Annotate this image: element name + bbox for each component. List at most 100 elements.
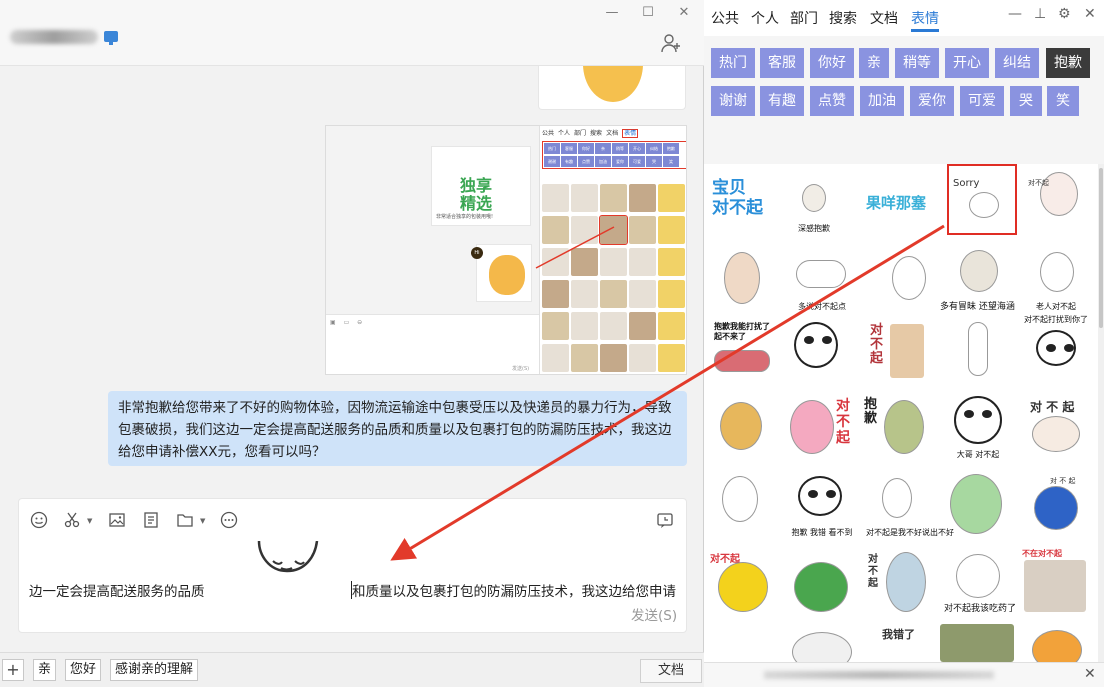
document-icon[interactable] bbox=[141, 511, 161, 531]
category-cheer[interactable]: 加油 bbox=[860, 86, 904, 116]
sticker-item[interactable]: 对 不 起 bbox=[784, 394, 852, 462]
more-icon[interactable] bbox=[219, 511, 239, 531]
chat-titlebar: — ☐ ✕ bbox=[0, 0, 704, 66]
sticker-item[interactable] bbox=[708, 246, 776, 314]
sticker-item[interactable]: 对不起 bbox=[708, 548, 776, 616]
category-love[interactable]: 爱你 bbox=[910, 86, 954, 116]
sticker-item[interactable] bbox=[788, 548, 856, 616]
tab-documents[interactable]: 文档 bbox=[870, 8, 898, 28]
quick-reply-chip[interactable]: 感谢亲的理解 bbox=[110, 659, 199, 681]
emoji-image bbox=[718, 562, 768, 612]
sticker-item[interactable] bbox=[708, 394, 776, 462]
maximize-button[interactable]: ☐ bbox=[638, 4, 658, 22]
sticker-item[interactable]: 对 不 起 bbox=[1022, 394, 1090, 462]
screenshot-sticker bbox=[658, 280, 685, 308]
category-wait[interactable]: 稍等 bbox=[895, 48, 939, 78]
dog-image bbox=[720, 402, 762, 450]
emoji-icon[interactable] bbox=[29, 511, 49, 531]
sticker-item[interactable]: 对不起我该吃药了 bbox=[944, 548, 1016, 616]
sticker-item[interactable]: 对不起是我不好说出不好 bbox=[866, 472, 954, 540]
sticker-item[interactable]: 宝贝 对不起 bbox=[708, 168, 776, 236]
sticker-item[interactable] bbox=[944, 316, 1012, 384]
sticker-caption: 对不起是我不好说出不好 bbox=[866, 528, 954, 537]
category-sorry[interactable]: 抱歉 bbox=[1046, 48, 1090, 78]
sticker-item[interactable]: 多有冒昧 还望海涵 bbox=[940, 246, 1015, 314]
history-icon[interactable] bbox=[655, 511, 675, 531]
tab-department[interactable]: 部门 bbox=[790, 8, 818, 28]
category-fun[interactable]: 有趣 bbox=[760, 86, 804, 116]
chevron-down-icon[interactable]: ▼ bbox=[87, 517, 92, 525]
screenshot-category: 点赞 bbox=[578, 155, 594, 167]
sticker-item[interactable]: 我错了 bbox=[876, 624, 944, 662]
quick-reply-bar: + 亲 您好 感谢亲的理解 文档 bbox=[0, 652, 704, 687]
quick-reply-chip[interactable]: 亲 bbox=[33, 659, 57, 681]
minimize-button[interactable]: — bbox=[602, 4, 622, 22]
scrollbar-thumb[interactable] bbox=[1099, 168, 1103, 328]
screenshot-category: 有趣 bbox=[561, 155, 577, 167]
sticker-item[interactable]: 抱 歉 bbox=[864, 394, 932, 462]
sticker-item[interactable]: 抱歉我能打扰了 起不来了 bbox=[708, 320, 776, 388]
sticker-item[interactable]: 对 不 起 bbox=[1022, 472, 1090, 540]
input-text-after-sticker: 和质量以及包裹打包的防漏防压技术，我这边给您申请 bbox=[352, 584, 676, 600]
active-tab-indicator bbox=[911, 29, 939, 32]
quick-reply-chip[interactable]: 您好 bbox=[65, 659, 102, 681]
sticker-scrollbar[interactable] bbox=[1098, 164, 1104, 662]
sticker-item[interactable] bbox=[942, 472, 1010, 540]
category-cute[interactable]: 可爱 bbox=[960, 86, 1004, 116]
sticker-item[interactable]: 老人对不起 bbox=[1022, 246, 1090, 314]
gear-icon[interactable]: ⚙ bbox=[1058, 6, 1071, 22]
screenshot-message[interactable]: 独享 精选 非常适合独享的包装用哦! Hi ▣ ▭ ⊖ 发送(S) 公共 个人 … bbox=[325, 125, 687, 375]
category-laugh[interactable]: 笑 bbox=[1047, 86, 1079, 116]
sticker-item[interactable]: 抱歉 我错 看不到 bbox=[788, 472, 856, 540]
category-dear[interactable]: 亲 bbox=[859, 48, 889, 78]
category-hello[interactable]: 你好 bbox=[810, 48, 854, 78]
sticker-item[interactable] bbox=[788, 624, 856, 662]
send-button[interactable]: 发送(S) bbox=[631, 604, 677, 624]
sticker-item[interactable]: 果咩那塞 bbox=[864, 168, 932, 236]
tab-personal[interactable]: 个人 bbox=[751, 8, 779, 28]
sticker-item[interactable]: 对 不 起 bbox=[864, 548, 932, 616]
sticker-item[interactable] bbox=[784, 316, 852, 384]
category-tangled[interactable]: 纠结 bbox=[995, 48, 1039, 78]
category-cry[interactable]: 哭 bbox=[1010, 86, 1042, 116]
screenshot-sticker bbox=[629, 184, 656, 212]
message-list[interactable]: 独享 精选 非常适合独享的包装用哦! Hi ▣ ▭ ⊖ 发送(S) 公共 个人 … bbox=[0, 66, 704, 496]
tab-search[interactable]: 搜索 bbox=[829, 8, 857, 28]
sticker-item[interactable]: 深感抱歉 bbox=[780, 168, 848, 236]
category-hot[interactable]: 热门 bbox=[711, 48, 755, 78]
scissors-icon[interactable] bbox=[62, 511, 82, 531]
folder-icon[interactable] bbox=[175, 511, 195, 531]
sticker-item[interactable] bbox=[1022, 624, 1090, 662]
tab-public[interactable]: 公共 bbox=[711, 8, 739, 28]
category-like[interactable]: 点赞 bbox=[810, 86, 854, 116]
close-button[interactable]: ✕ bbox=[674, 4, 694, 22]
sticker-item[interactable]: 对不起 bbox=[1026, 168, 1094, 236]
category-happy[interactable]: 开心 bbox=[945, 48, 989, 78]
message-input-area[interactable]: ▼ ▼ 边一定会提高配送服务的品质 和质量以及包裹打包的防漏防压技术，我这边给您… bbox=[18, 498, 687, 633]
sticker-item[interactable]: 大哥 对不起 bbox=[944, 394, 1012, 462]
category-thanks[interactable]: 谢谢 bbox=[711, 86, 755, 116]
document-button[interactable]: 文档 bbox=[640, 659, 702, 683]
sticker-item[interactable]: 多说对不起点 bbox=[788, 246, 856, 314]
footer-close-button[interactable]: ✕ bbox=[1084, 666, 1096, 682]
panel-close-button[interactable]: ✕ bbox=[1084, 6, 1096, 22]
sticker-item[interactable]: 不在对不起 bbox=[1018, 546, 1086, 614]
sticker-item[interactable]: 对不起打扰到你了 bbox=[1022, 315, 1090, 384]
screenshot-sticker-grid bbox=[542, 184, 686, 374]
message-bubble[interactable]: 非常抱歉给您带来了不好的购物体验，因物流运输途中包裹受压以及快递员的暴力行为，导… bbox=[108, 391, 687, 466]
sticker-caption: 抱歉 我错 看不到 bbox=[791, 528, 853, 537]
sticker-item[interactable]: 对 不 起 bbox=[864, 320, 932, 388]
image-icon[interactable] bbox=[107, 511, 127, 531]
pin-icon[interactable]: ⊥ bbox=[1034, 6, 1046, 22]
chevron-down-icon[interactable]: ▼ bbox=[200, 517, 205, 525]
screenshot-category: 加油 bbox=[595, 155, 611, 167]
sticker-item[interactable] bbox=[708, 472, 776, 540]
sticker-item[interactable] bbox=[940, 624, 1014, 662]
add-quick-reply-button[interactable]: + bbox=[2, 659, 24, 681]
sticker-item[interactable] bbox=[876, 246, 944, 314]
panel-minimize-button[interactable]: — bbox=[1008, 6, 1022, 22]
category-service[interactable]: 客服 bbox=[760, 48, 804, 78]
sticker-categories: 热门 客服 你好 亲 稍等 开心 纠结 抱歉 谢谢 有趣 点赞 加油 爱你 可爱… bbox=[704, 36, 1104, 164]
tab-stickers[interactable]: 表情 bbox=[911, 8, 939, 28]
person-add-icon[interactable] bbox=[660, 32, 684, 54]
